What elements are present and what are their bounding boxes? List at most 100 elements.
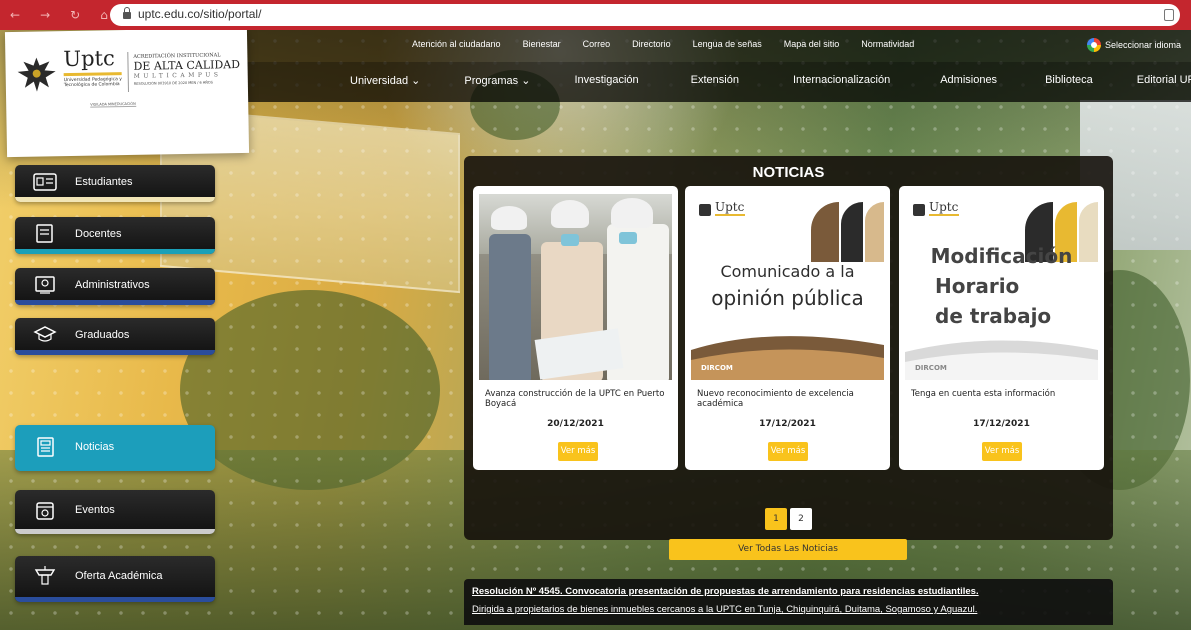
ver-mas-button[interactable]: Ver más: [768, 442, 808, 461]
back-icon[interactable]: ←: [10, 8, 20, 22]
ver-mas-button[interactable]: Ver más: [982, 442, 1022, 461]
news-summary: Avanza construcción de la UPTC en Puerto…: [485, 389, 665, 409]
all-news-button[interactable]: Ver Todas Las Noticias: [669, 539, 907, 560]
news-card[interactable]: Avanza construcción de la UPTC en Puerto…: [473, 186, 678, 470]
google-icon: [1086, 38, 1101, 52]
page-1-button[interactable]: 1: [765, 508, 787, 530]
university-name: Universidad Pedagógica y Tecnológica de …: [63, 77, 122, 89]
link-correo[interactable]: Correo: [583, 39, 611, 49]
news-poster[interactable]: Uptc Modificación Horario de trabajo DIR…: [905, 194, 1098, 380]
extension-icon[interactable]: [1164, 9, 1174, 21]
poster-line-2: Horario: [935, 274, 1020, 298]
news-panel: NOTICIAS Avanza construcción de la UPTC …: [464, 156, 1113, 560]
eagle-icon: [699, 204, 711, 216]
poster-logo: Uptc: [715, 200, 745, 214]
link-atencion[interactable]: Atención al ciudadano: [412, 39, 501, 49]
sidebar-item-eventos[interactable]: Eventos: [15, 490, 215, 534]
sidebar-item-label: Administrativos: [75, 279, 150, 291]
poster-line-1: Comunicado a la: [720, 262, 855, 281]
nav-investigacion[interactable]: Investigación: [574, 74, 638, 87]
nav-universidad[interactable]: Universidad ⌄: [350, 74, 420, 87]
dircom-label: DIRCOM: [915, 364, 947, 372]
poster-logo: Uptc: [929, 200, 959, 214]
graduation-cap-icon: [33, 326, 57, 342]
sidebar-item-estudiantes[interactable]: Estudiantes: [15, 165, 215, 202]
sidebar-item-label: Estudiantes: [75, 176, 133, 188]
news-date: 17/12/2021: [973, 419, 1030, 429]
nav-admisiones[interactable]: Admisiones: [940, 74, 997, 87]
browser-toolbar: ← → ↻ ⌂ uptc.edu.co/sitio/portal/: [0, 0, 1191, 30]
main-nav-items: Universidad ⌄ Programas ⌄ Investigación …: [350, 74, 1191, 87]
sidebar-item-label: Noticias: [75, 441, 115, 453]
sidebar-stripe: [15, 249, 215, 254]
language-selector[interactable]: Seleccionar idioma: [1086, 38, 1181, 52]
poster-line-1: Modificación: [930, 244, 1073, 268]
news-date: 17/12/2021: [759, 419, 816, 429]
link-bienestar[interactable]: Bienestar: [523, 39, 561, 49]
badge-icon: [35, 276, 55, 294]
news-summary: Nuevo reconocimiento de excelencia acadé…: [697, 389, 854, 409]
sidebar-item-administrativos[interactable]: Administrativos: [15, 268, 215, 305]
calendar-icon: [36, 502, 54, 520]
address-bar[interactable]: uptc.edu.co/sitio/portal/: [110, 4, 1180, 26]
sidebar-item-docentes[interactable]: Docentes: [15, 217, 215, 254]
ver-mas-button[interactable]: Ver más: [558, 442, 598, 461]
eagle-icon: [913, 204, 925, 216]
dircom-label: DIRCOM: [701, 364, 733, 372]
news-card[interactable]: Uptc Comunicado a la opinión pública DIR…: [685, 186, 890, 470]
resolution-label: RESOLUCIÓN 003910 DE 2020 MEN / 6 AÑOS: [133, 80, 213, 86]
utility-bar: Atención al ciudadano Bienestar Correo D…: [246, 30, 1191, 62]
page-2-button[interactable]: 2: [790, 508, 812, 530]
news-poster[interactable]: Uptc Comunicado a la opinión pública DIR…: [691, 194, 884, 380]
link-mapa-sitio[interactable]: Mapa del sitio: [784, 39, 840, 49]
news-card[interactable]: Uptc Modificación Horario de trabajo DIR…: [899, 186, 1104, 470]
eagle-icon: [17, 57, 56, 92]
poster-line-3: de trabajo: [935, 304, 1052, 328]
sidebar-item-label: Eventos: [75, 504, 115, 516]
reload-icon[interactable]: ↻: [70, 8, 80, 22]
nav-editorial[interactable]: Editorial UPTC: [1137, 74, 1191, 87]
wordmark-underline: [63, 72, 122, 77]
sidebar-item-noticias[interactable]: Noticias: [15, 425, 215, 471]
link-directorio[interactable]: Directorio: [632, 39, 671, 49]
news-photo[interactable]: [479, 194, 672, 380]
lock-icon: [123, 7, 131, 19]
announcement-subtitle-link[interactable]: Dirigida a propietarios de bienes inmueb…: [472, 604, 977, 615]
poster-swoosh: [905, 340, 1098, 380]
sidebar-stripe: [15, 597, 215, 602]
nav-biblioteca[interactable]: Biblioteca: [1045, 74, 1093, 87]
news-date: 20/12/2021: [547, 419, 604, 429]
logo-divider: [127, 51, 129, 92]
utility-links: Atención al ciudadano Bienestar Correo D…: [412, 39, 914, 49]
sidebar-item-oferta-academica[interactable]: Oferta Académica: [15, 556, 215, 602]
browser-nav-buttons: ← → ↻ ⌂: [10, 8, 108, 22]
home-icon[interactable]: ⌂: [100, 8, 108, 22]
university-logo[interactable]: Uptc Universidad Pedagógica y Tecnológic…: [4, 30, 250, 158]
sidebar-item-label: Graduados: [75, 329, 130, 341]
multicampus-label: MULTICAMPUS: [133, 71, 222, 80]
sidebar-item-label: Oferta Académica: [75, 570, 163, 582]
uptc-wordmark: Uptc: [63, 46, 115, 72]
news-title: NOTICIAS: [752, 164, 825, 181]
announcement-banner: Resolución Nº 4545. Convocatoria present…: [464, 579, 1113, 625]
url-text[interactable]: uptc.edu.co/sitio/portal/: [138, 7, 261, 21]
link-normatividad[interactable]: Normatividad: [861, 39, 914, 49]
diploma-icon: [34, 566, 56, 585]
page-background: Atención al ciudadano Bienestar Correo D…: [0, 30, 1191, 630]
vigilada-link: VIGILADA MINEDUCACIÓN: [90, 101, 136, 108]
announcement-title-link[interactable]: Resolución Nº 4545. Convocatoria present…: [472, 586, 979, 597]
sidebar-stripe: [15, 300, 215, 305]
news-pagination: 1 2: [765, 508, 812, 530]
nav-internacionalizacion[interactable]: Internacionalización: [793, 74, 890, 87]
main-navigation: Universidad ⌄ Programas ⌄ Investigación …: [246, 62, 1191, 102]
sidebar-item-graduados[interactable]: Graduados: [15, 318, 215, 355]
sidebar-stripe: [15, 350, 215, 355]
nav-programas[interactable]: Programas ⌄: [464, 74, 530, 87]
news-summary: Tenga en cuenta esta información: [911, 389, 1056, 399]
nav-extension[interactable]: Extensión: [691, 74, 739, 87]
language-label[interactable]: Seleccionar idioma: [1105, 40, 1181, 50]
forward-icon[interactable]: →: [40, 8, 50, 22]
link-lengua-senas[interactable]: Lengua de señas: [693, 39, 762, 49]
sidebar-stripe: [15, 529, 215, 534]
book-icon: [36, 224, 53, 243]
